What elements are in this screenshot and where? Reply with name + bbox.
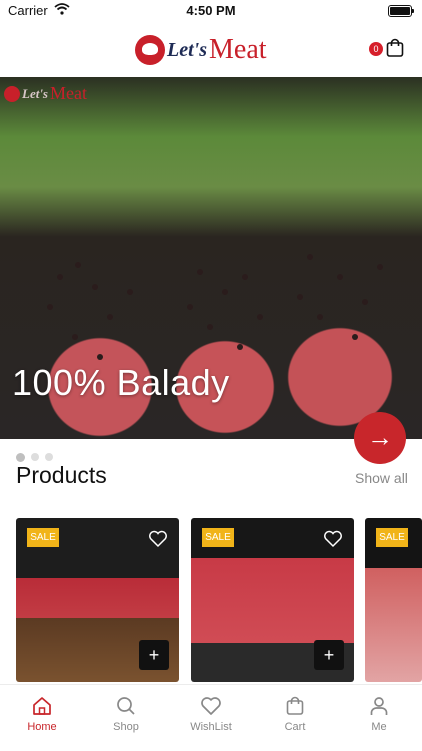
logo-mark-icon: [135, 35, 165, 65]
add-to-cart-button[interactable]: +: [139, 640, 169, 670]
hero-title: 100% Balady: [12, 362, 230, 403]
wishlist-heart-icon[interactable]: [148, 530, 168, 548]
carousel-dot-3[interactable]: [45, 453, 53, 461]
app-header: Let's Meat 0: [0, 26, 422, 76]
bag-icon: [286, 696, 304, 715]
logo-lets-text: Let's: [167, 38, 207, 61]
tab-me[interactable]: Me: [344, 685, 414, 733]
shopping-bag-icon[interactable]: [385, 38, 405, 58]
product-card[interactable]: SALE +: [16, 518, 179, 682]
carousel-dot-2[interactable]: [31, 453, 39, 461]
cart-count-badge: 0: [369, 42, 383, 56]
wishlist-heart-icon[interactable]: [323, 530, 343, 548]
carousel-dot-1[interactable]: [16, 453, 25, 462]
battery-icon: [388, 5, 414, 17]
product-card[interactable]: SALE +: [191, 518, 354, 682]
sale-badge: SALE: [376, 528, 408, 547]
tab-wishlist[interactable]: WishList: [176, 685, 246, 733]
sale-badge: SALE: [202, 528, 234, 547]
tab-wishlist-label: WishList: [190, 721, 232, 733]
product-card[interactable]: SALE: [365, 518, 422, 682]
tab-cart-label: Cart: [284, 721, 306, 733]
hero-next-button[interactable]: →: [354, 412, 406, 464]
home-icon: [33, 697, 51, 715]
tab-home[interactable]: Home: [7, 685, 77, 733]
carousel-dots: [16, 453, 53, 462]
show-all-link[interactable]: Show all: [355, 470, 408, 486]
tab-shop[interactable]: Shop: [91, 685, 161, 733]
search-icon: [117, 697, 135, 715]
tab-home-label: Home: [27, 721, 57, 733]
heart-icon: [201, 697, 221, 715]
add-to-cart-button[interactable]: +: [314, 640, 344, 670]
clock: 4:50 PM: [186, 3, 236, 18]
sale-badge: SALE: [27, 528, 59, 547]
app-logo: Let's Meat: [135, 30, 267, 70]
tab-cart[interactable]: Cart: [260, 685, 330, 733]
user-icon: [370, 697, 388, 715]
hero-banner[interactable]: Let's Meat 100% Balady: [0, 77, 422, 439]
status-bar: Carrier 4:50 PM: [0, 0, 422, 22]
tab-me-label: Me: [371, 721, 387, 733]
product-carousel[interactable]: SALE + SALE + SALE: [16, 518, 422, 682]
products-section-title: Products: [16, 462, 107, 488]
tab-shop-label: Shop: [113, 721, 139, 733]
bottom-tab-bar: Home Shop WishList Cart Me: [0, 684, 422, 751]
logo-meat-text: Meat: [209, 34, 267, 65]
